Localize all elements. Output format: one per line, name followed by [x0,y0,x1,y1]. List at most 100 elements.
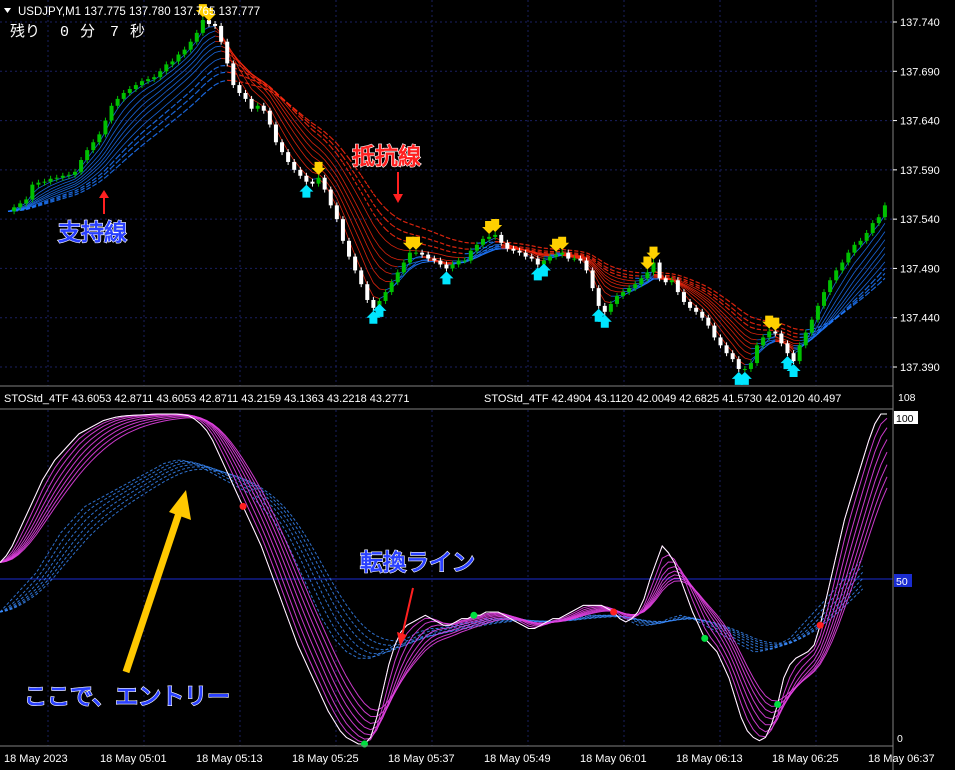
band-segment [117,160,125,168]
candle-body [590,270,595,289]
band-segment [366,202,374,214]
band-segment [793,339,800,342]
band-segment [62,190,70,194]
band-segment [610,275,618,279]
band-segment [574,250,581,253]
band-segment [720,294,727,300]
time-tick-label: 18 May 06:25 [772,753,839,765]
band-segment [440,258,447,261]
remaining-sec-value: 7 [110,24,119,41]
band-segment [135,91,143,98]
level-100-label: 100 [896,413,914,425]
band-segment [123,137,131,146]
band-segment [214,65,222,70]
band-segment [738,328,746,336]
band-segment [366,270,374,284]
band-segment [610,269,618,273]
band-segment [190,100,198,107]
band-segment [427,229,435,234]
remaining-min-value: 0 [60,24,69,41]
band-segment [184,97,192,104]
band-segment [866,247,874,257]
band-segment [372,193,380,203]
band-segment [385,218,393,226]
band-segment [531,248,538,251]
band-segment [610,285,618,289]
time-tick-label: 18 May 05:25 [292,753,359,765]
band-segment [123,110,131,119]
band-segment [841,298,849,307]
candle-body [395,272,400,283]
annotation-support: 支持線 [56,190,128,247]
candle-body [200,20,205,33]
band-segment [537,251,544,254]
band-segment [726,330,733,338]
band-segment [373,282,380,290]
band-segment [878,246,886,256]
band-segment [403,231,411,235]
candle-body [517,250,522,253]
band-segment [68,188,76,192]
band-segment [366,184,374,195]
candle-body [292,161,297,170]
band-segment [878,239,886,249]
band-segment [428,244,435,248]
band-segment [379,201,387,209]
band-segment [878,223,886,233]
band-segment [153,123,161,130]
band-segment [440,234,447,238]
band-segment [434,240,441,244]
candle-body [718,337,723,346]
band-segment [123,124,131,133]
band-segment [373,237,380,248]
band-segment [166,85,173,92]
entry-arrow-head [169,490,191,520]
band-segment [452,251,459,254]
candle-body [511,248,516,251]
band-segment [513,245,520,248]
band-segment [129,111,137,119]
band-segment [385,252,392,258]
band-segment [537,256,544,259]
candle-body [365,284,370,300]
candle-body [66,174,71,176]
band-segment [604,291,612,297]
band-segment [141,93,149,100]
band-segment [129,117,137,126]
band-segment [781,327,788,331]
band-segment [208,26,216,28]
band-segment [135,138,143,145]
candle-body [322,177,327,190]
candle-body [822,292,827,306]
band-segment [525,244,532,247]
band-segment [701,283,709,289]
band-segment [379,256,386,263]
band-segment [190,91,198,99]
candle-body [797,345,802,362]
band-segment [701,296,709,302]
band-segment [324,159,332,168]
collapse-triangle-icon[interactable] [4,8,11,13]
band-segment [166,99,173,106]
price-tick-label: 137.390 [900,362,940,374]
candle-body [712,325,717,338]
band-segment [373,258,380,268]
band-segment [695,294,703,300]
candle-body [572,258,577,260]
band-segment [38,184,45,189]
signal-arrows [195,4,801,385]
band-segment [391,233,399,239]
band-segment [720,328,727,338]
candle-body [121,92,126,99]
band-segment [440,254,447,257]
band-segment [214,58,222,62]
switch-line-label: 転換ライン [360,550,475,576]
band-segment [574,252,581,255]
price-tick-label: 137.690 [900,66,940,78]
band-segment [159,85,167,92]
band-segment [202,89,210,96]
band-segment [50,182,57,187]
candle-body [858,240,863,245]
band-segment [208,84,216,91]
band-segment [366,193,374,205]
